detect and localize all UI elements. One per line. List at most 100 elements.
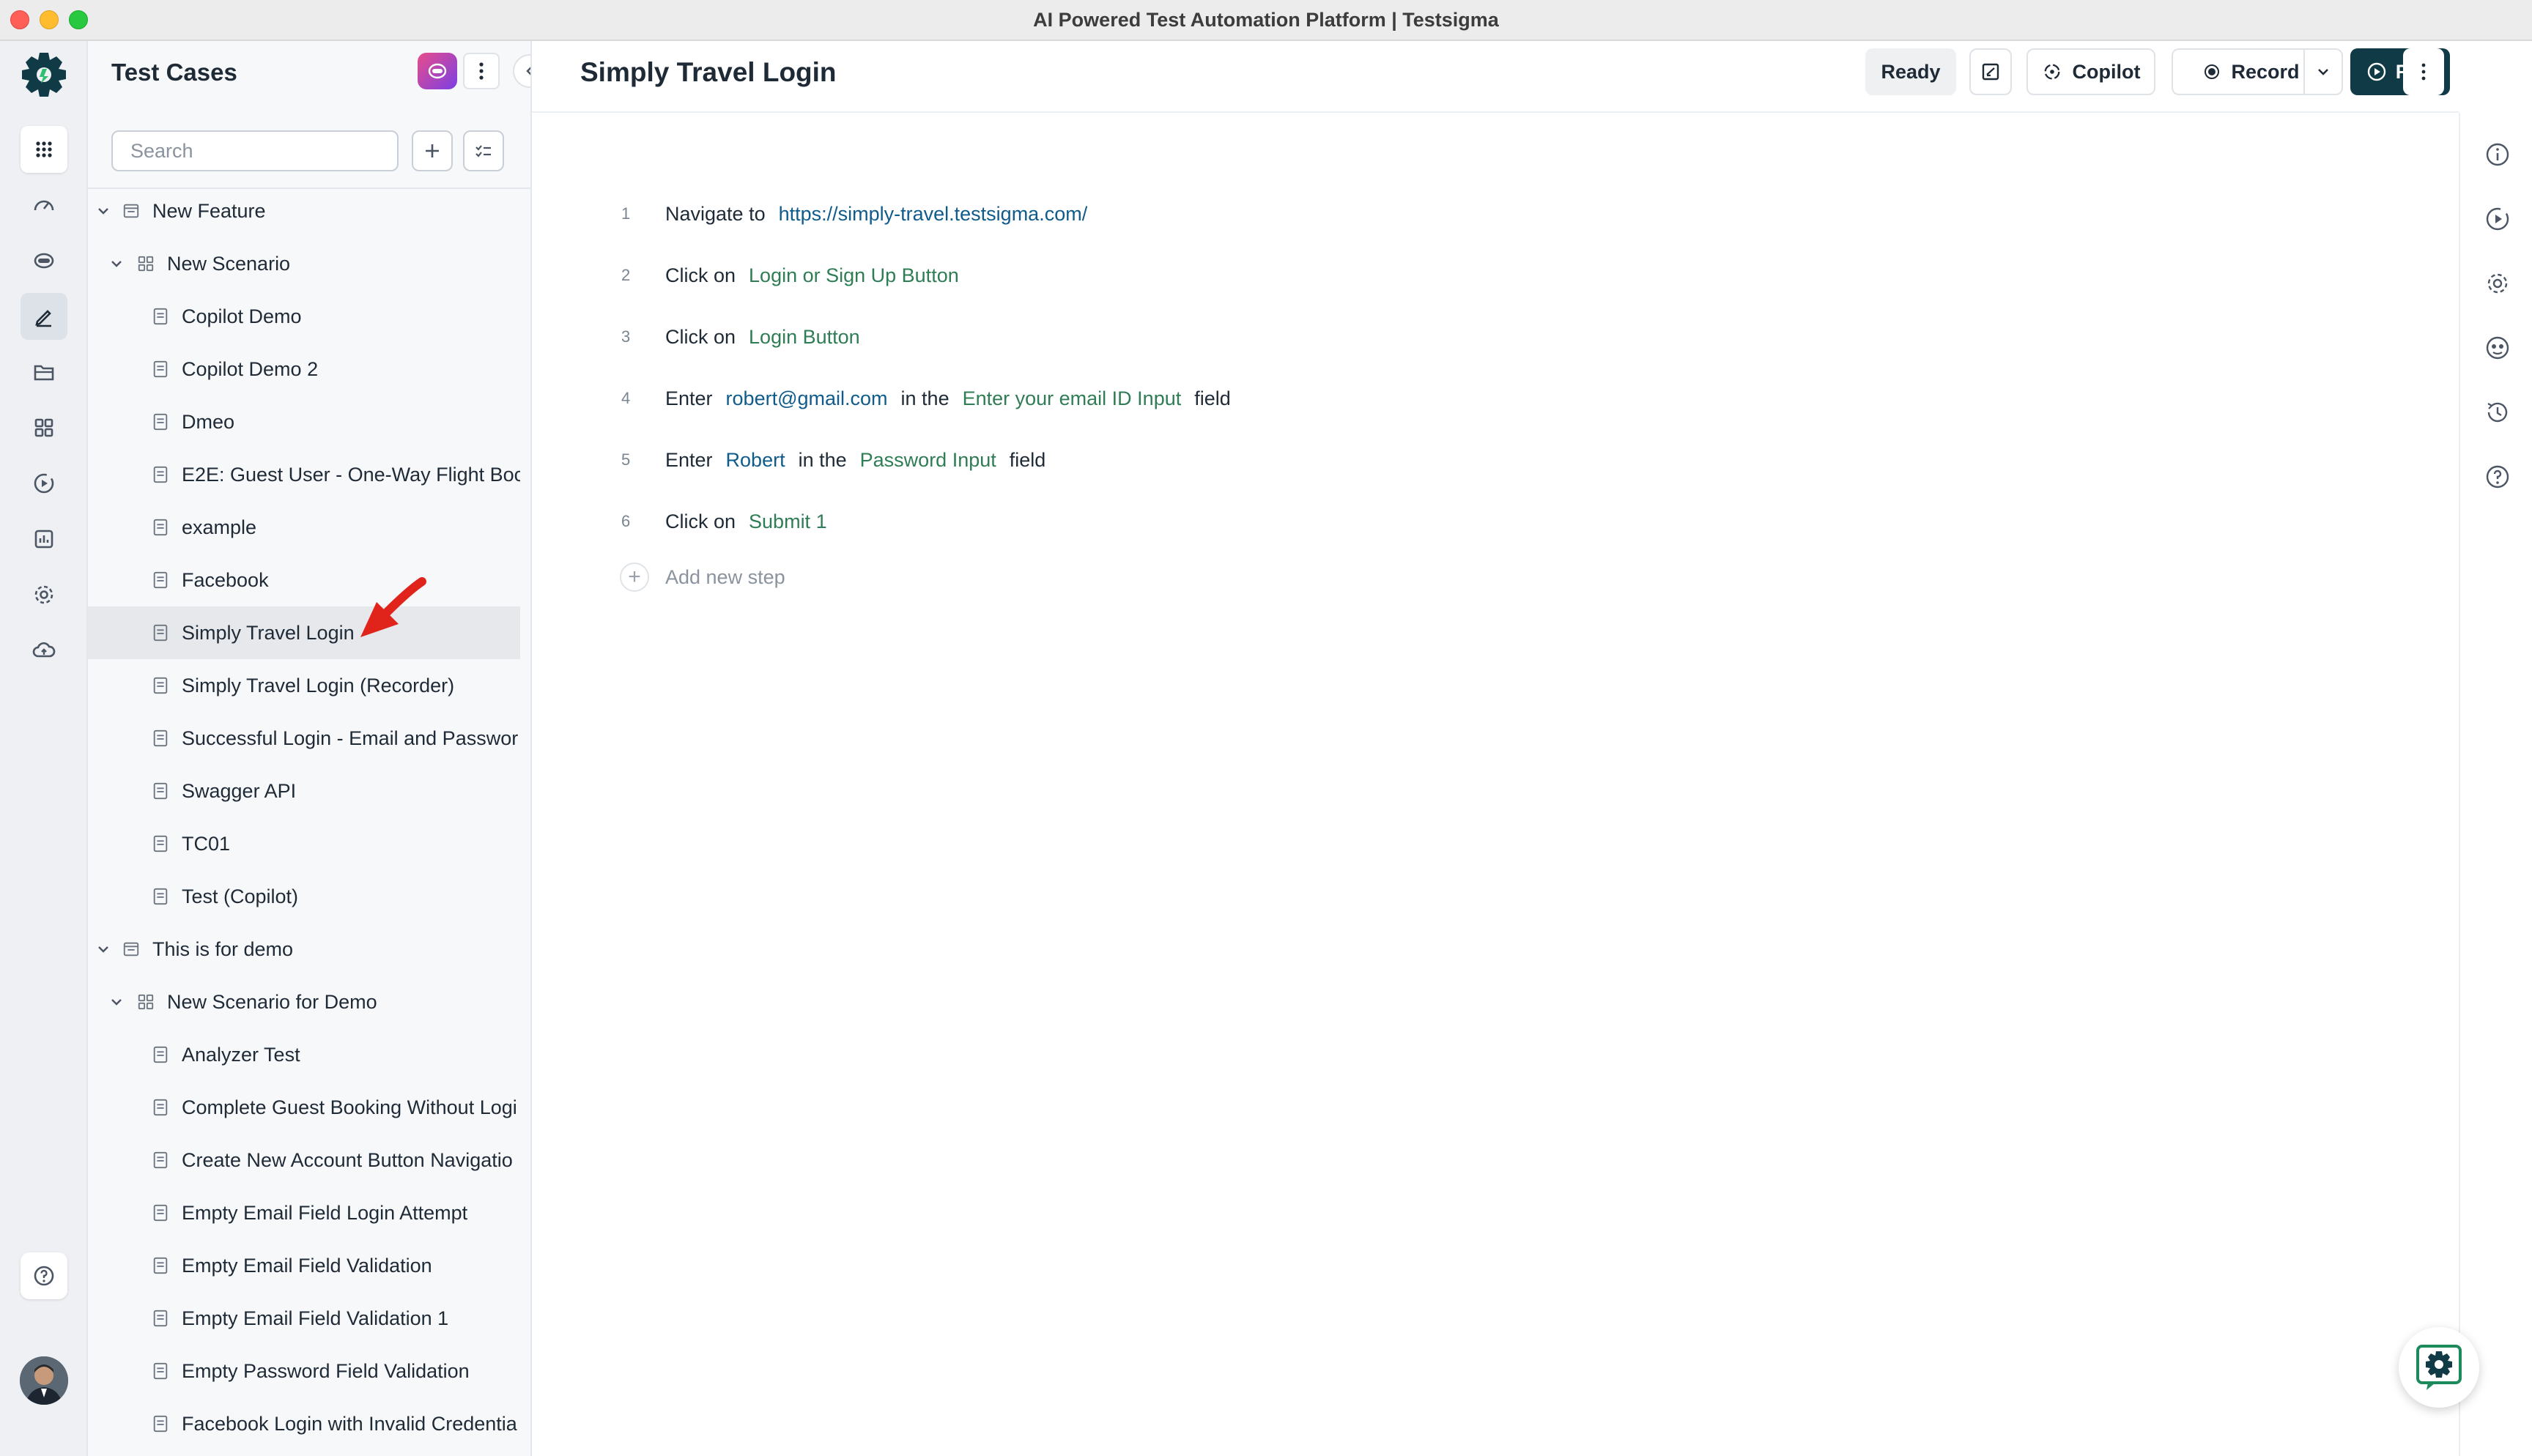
ai-agent-button[interactable] <box>2482 333 2513 363</box>
test-case-item[interactable]: Empty Email Field Login Attempt <box>88 1186 520 1239</box>
step-action-text: Click on <box>665 510 736 532</box>
test-case-item[interactable]: Successful Login - Email and Passwor <box>88 712 520 765</box>
step-content: Enter robert@gmail.com in the Enter your em… <box>665 387 1244 410</box>
chevron-down-icon[interactable] <box>95 941 111 957</box>
step-test-data[interactable]: robert@gmail.com <box>726 387 888 410</box>
step-test-data[interactable]: Robert <box>726 449 785 472</box>
test-case-item[interactable]: Analyzer Test <box>88 1028 520 1081</box>
add-new-step-label: Add new step <box>665 565 785 588</box>
step-element[interactable]: Login Button <box>749 326 860 349</box>
step-element[interactable]: Login or Sign Up Button <box>749 264 959 287</box>
bulk-select-button[interactable] <box>463 130 504 171</box>
step-element[interactable]: Password Input <box>860 449 996 472</box>
status-badge[interactable]: Ready <box>1865 48 1956 95</box>
red-arrow-pointer-icon <box>360 577 426 637</box>
sidebar-title: Test Cases <box>111 59 237 86</box>
test-case-item[interactable]: Simply Travel Login <box>88 606 520 659</box>
test-development-button[interactable] <box>21 293 67 340</box>
tree-item-label: Empty Email Field Validation <box>182 1254 432 1277</box>
test-settings-button[interactable] <box>2482 268 2513 299</box>
test-case-item[interactable]: Facebook Login with Invalid Credentia <box>88 1397 520 1450</box>
test-case-item[interactable]: Dmeo <box>88 395 520 448</box>
apps-grid-button[interactable] <box>21 126 67 173</box>
play-circle-icon <box>2367 62 2385 81</box>
test-case-editor: Simply Travel Login Ready Copilot Record… <box>532 41 2459 1456</box>
record-options-dropdown[interactable] <box>2303 48 2343 95</box>
window-titlebar: AI Powered Test Automation Platform | Te… <box>0 0 2532 41</box>
add-test-case-button[interactable] <box>412 130 453 171</box>
user-avatar[interactable] <box>20 1356 68 1405</box>
collapse-sidebar-button[interactable] <box>513 54 530 88</box>
test-case-item[interactable]: Empty Email Field Validation <box>88 1239 520 1292</box>
test-case-icon <box>151 1309 170 1328</box>
step-content: Click on Login or Sign Up Button <box>665 264 972 287</box>
edit-test-icon <box>35 310 51 327</box>
reports-button[interactable] <box>21 516 67 562</box>
plus-icon: + <box>620 562 649 592</box>
test-case-item[interactable]: TC01 <box>88 817 520 870</box>
test-case-item[interactable]: E2E: Guest User - One-Way Flight Boc <box>88 448 520 501</box>
test-case-icon <box>151 1362 170 1381</box>
scenario-icon <box>136 254 155 273</box>
test-case-item[interactable]: Test (Copilot) <box>88 870 520 923</box>
tree-item-label: Swagger API <box>182 779 297 802</box>
cloud-sync-button[interactable] <box>21 627 67 674</box>
test-case-item[interactable]: Empty Email Field Validation 1 <box>88 1292 520 1345</box>
feature-item[interactable]: This is for demo <box>88 923 520 976</box>
more-actions-button[interactable] <box>2403 48 2444 95</box>
test-case-icon <box>151 623 170 642</box>
test-case-item[interactable]: Simply Travel Login (Recorder) <box>88 659 520 712</box>
test-data-button[interactable] <box>21 349 67 395</box>
test-case-icon <box>151 465 170 484</box>
scenario-item[interactable]: New Scenario for Demo <box>88 976 520 1028</box>
dry-run-button[interactable] <box>2482 204 2513 234</box>
tree-item-label: New Feature <box>152 199 266 222</box>
chevron-down-icon[interactable] <box>108 994 125 1010</box>
test-case-item[interactable]: Copilot Demo 2 <box>88 343 520 395</box>
support-chat-button[interactable] <box>2399 1327 2479 1408</box>
app-nav-rail <box>0 41 88 1456</box>
chevron-down-icon[interactable] <box>95 203 111 219</box>
step-url[interactable]: https://simply-travel.testsigma.com/ <box>779 203 1088 226</box>
test-case-item[interactable]: Complete Guest Booking Without Logi <box>88 1081 520 1134</box>
history-button[interactable] <box>2482 397 2513 428</box>
sidebar-more-button[interactable] <box>463 53 500 89</box>
copilot-assistant-button[interactable] <box>418 53 457 89</box>
test-case-item[interactable]: Facebook <box>88 554 520 606</box>
apps-grid-icon <box>36 141 52 157</box>
test-case-item[interactable]: Create New Account Button Navigatio <box>88 1134 520 1186</box>
modules-button[interactable] <box>21 404 67 451</box>
scenario-item[interactable]: New Scenario <box>88 237 520 290</box>
tree-item-label: TC01 <box>182 832 231 855</box>
run-results-button[interactable] <box>21 460 67 507</box>
copilot-button[interactable]: Copilot <box>2026 48 2155 95</box>
reports-icon <box>34 530 53 549</box>
feature-item[interactable]: New Feature <box>88 185 520 237</box>
settings-icon <box>2487 273 2508 294</box>
step-element[interactable]: Enter your email ID Input <box>963 387 1182 410</box>
notes-button[interactable] <box>1969 48 2012 95</box>
step-element[interactable]: Submit 1 <box>749 510 827 533</box>
feature-icon <box>122 940 141 959</box>
dashboard-button[interactable] <box>21 182 67 229</box>
test-case-item[interactable]: example <box>88 501 520 554</box>
info-button[interactable] <box>2482 139 2513 170</box>
step-action-text: in the <box>798 448 847 471</box>
help-button[interactable] <box>21 1252 67 1299</box>
test-case-item[interactable]: Copilot Demo <box>88 290 520 343</box>
test-case-icon <box>151 676 170 695</box>
settings-button[interactable] <box>21 571 67 618</box>
help-icon <box>34 1266 54 1286</box>
test-case-item[interactable]: Swagger API <box>88 765 520 817</box>
help-docs-button[interactable] <box>2482 461 2513 492</box>
copilot-nav-button[interactable] <box>21 237 67 284</box>
testsigma-logo-icon[interactable] <box>19 50 69 100</box>
chevron-down-icon[interactable] <box>108 256 125 272</box>
test-case-item[interactable]: Empty Password Field Validation <box>88 1345 520 1397</box>
add-new-step-button[interactable]: + Add new step <box>620 555 785 599</box>
tree-item-label: Simply Travel Login (Recorder) <box>182 674 455 697</box>
search-input[interactable] <box>111 130 399 171</box>
modules-icon <box>34 418 53 437</box>
step-action-text: Enter <box>665 387 713 409</box>
step-action-text: Click on <box>665 264 736 286</box>
